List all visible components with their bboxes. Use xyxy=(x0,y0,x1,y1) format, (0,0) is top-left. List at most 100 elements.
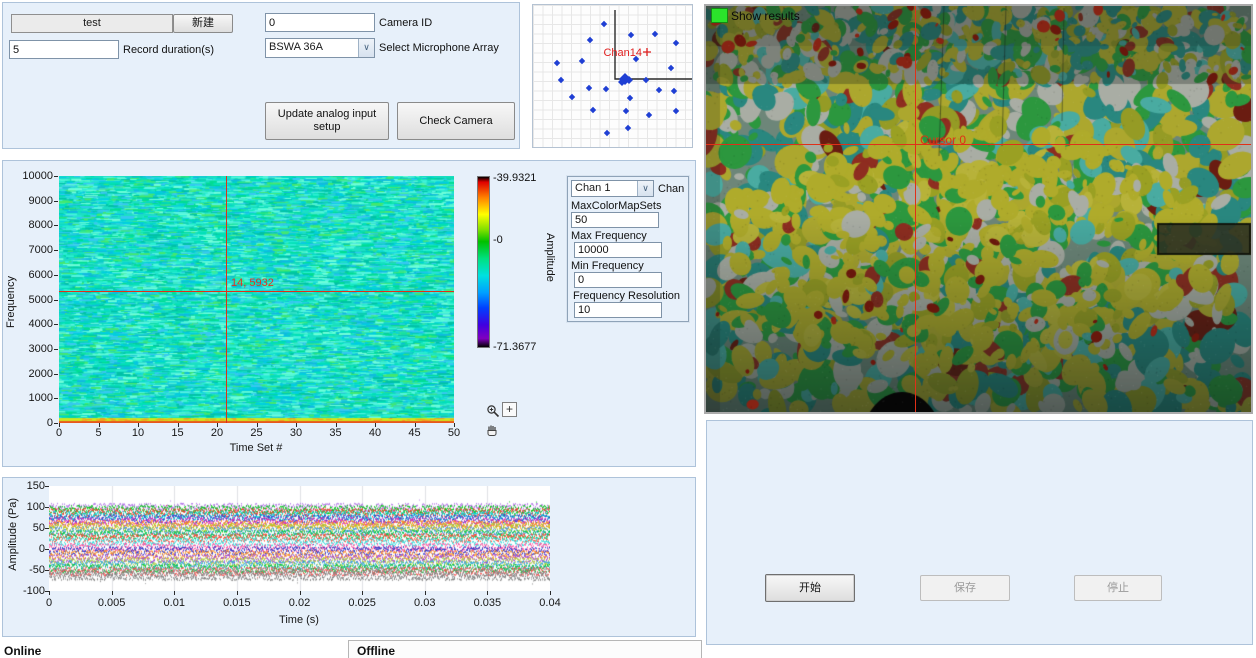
acoustic-camera-view[interactable]: Cursor 0 Show results xyxy=(704,4,1253,414)
channel-controls-box: Chan 1 ∨ Chan MaxColorMapSets Max Freque… xyxy=(567,176,689,322)
tick-mark xyxy=(54,225,58,226)
tick-mark xyxy=(54,423,58,424)
offline-status-field: Offline xyxy=(348,640,702,658)
tick-mark xyxy=(45,549,49,550)
field-label: Min Frequency xyxy=(571,260,685,272)
tick-label: 7000 xyxy=(13,244,53,256)
tick-mark xyxy=(45,507,49,508)
tick-label: 50 xyxy=(434,427,474,439)
tick-label: 0.03 xyxy=(403,597,447,609)
field-label: Max Frequency xyxy=(571,230,685,242)
update-analog-input-button[interactable]: Update analog input setup xyxy=(265,102,389,140)
colorbar-max-label: -39.9321 xyxy=(493,172,536,184)
spectrogram-cursor-vline[interactable] xyxy=(226,176,227,423)
colorbar-min-label: -71.3677 xyxy=(493,341,536,353)
run-control-panel: 开始 保存 停止 xyxy=(706,420,1253,645)
offline-status-label: Offline xyxy=(357,644,395,658)
tick-mark xyxy=(45,570,49,571)
channel-select[interactable]: Chan 1 ∨ xyxy=(571,180,654,197)
max-frequency-input[interactable] xyxy=(574,242,662,258)
waveform-plot xyxy=(49,486,550,591)
tick-label: 40 xyxy=(355,427,395,439)
tick-mark xyxy=(550,591,551,595)
spectrogram-cursor-label: 14, 5932 xyxy=(231,277,274,289)
mic-array-select[interactable]: BSWA 36A ∨ xyxy=(265,38,375,58)
tick-mark xyxy=(375,423,376,427)
tick-mark xyxy=(362,591,363,595)
svg-text:Chan14: Chan14 xyxy=(603,47,642,59)
tick-label: 0.02 xyxy=(278,597,322,609)
camera-id-input[interactable] xyxy=(265,13,375,32)
tick-label: 20 xyxy=(197,427,237,439)
tick-mark xyxy=(454,423,455,427)
tick-mark xyxy=(45,486,49,487)
spectrogram-cursor-hline[interactable] xyxy=(59,291,454,292)
field-label: MaxColorMapSets xyxy=(571,200,685,212)
stop-button[interactable]: 停止 xyxy=(1074,575,1162,601)
zoom-tool-icon[interactable] xyxy=(486,404,501,419)
tick-mark xyxy=(425,591,426,595)
record-duration-label: Record duration(s) xyxy=(123,44,214,56)
tick-label: 0.005 xyxy=(90,597,134,609)
spectrogram-plot[interactable]: 14, 5932 xyxy=(59,176,454,423)
tick-mark xyxy=(487,591,488,595)
mic-array-plot[interactable]: Chan14 xyxy=(532,4,693,148)
tick-label: -100 xyxy=(17,585,45,597)
show-results-led[interactable] xyxy=(711,8,728,23)
spectrogram-panel: Frequency 14, 5932 Time Set # -39.9321 -… xyxy=(2,160,696,467)
save-button[interactable]: 保存 xyxy=(920,575,1010,601)
tick-label: 0.025 xyxy=(340,597,384,609)
tick-mark xyxy=(415,423,416,427)
tick-label: 50 xyxy=(17,522,45,534)
min-frequency-input[interactable] xyxy=(574,272,662,288)
tick-mark xyxy=(237,591,238,595)
session-name-field[interactable]: test xyxy=(11,14,173,33)
tick-label: 1000 xyxy=(13,392,53,404)
tick-label: 4000 xyxy=(13,318,53,330)
tick-mark xyxy=(54,324,58,325)
tick-mark xyxy=(59,423,60,427)
tick-label: 0 xyxy=(17,543,45,555)
tick-label: 2000 xyxy=(13,368,53,380)
tick-label: 45 xyxy=(395,427,435,439)
tick-label: 0.035 xyxy=(465,597,509,609)
tick-mark xyxy=(112,591,113,595)
camera-cursor-vline[interactable] xyxy=(915,6,916,412)
tick-mark xyxy=(54,176,58,177)
check-camera-button[interactable]: Check Camera xyxy=(397,102,515,140)
tick-label: 35 xyxy=(316,427,356,439)
tick-label: 100 xyxy=(17,501,45,513)
tick-mark xyxy=(54,275,58,276)
colorbar-mid-label: -0 xyxy=(493,234,503,246)
channel-select-value: Chan 1 xyxy=(572,181,637,196)
max-colormap-sets-input[interactable] xyxy=(571,212,659,228)
show-results-label: Show results xyxy=(731,9,800,23)
camera-id-label: Camera ID xyxy=(379,17,432,29)
tick-label: 25 xyxy=(237,427,277,439)
new-session-button[interactable]: 新建 xyxy=(173,14,233,33)
tick-label: -50 xyxy=(17,564,45,576)
tick-mark xyxy=(296,423,297,427)
tick-mark xyxy=(54,398,58,399)
tick-label: 6000 xyxy=(13,269,53,281)
tick-mark xyxy=(178,423,179,427)
tick-label: 9000 xyxy=(13,195,53,207)
spectrogram-x-axis-label: Time Set # xyxy=(206,442,306,454)
waveform-x-axis-label: Time (s) xyxy=(249,614,349,626)
tick-mark xyxy=(257,423,258,427)
record-duration-input[interactable] xyxy=(9,40,119,59)
tick-label: 0.04 xyxy=(528,597,572,609)
tick-mark xyxy=(300,591,301,595)
tick-mark xyxy=(54,201,58,202)
tick-label: 10 xyxy=(118,427,158,439)
pan-tool-icon[interactable] xyxy=(485,423,499,437)
tick-mark xyxy=(45,528,49,529)
tick-mark xyxy=(49,591,50,595)
tick-mark xyxy=(217,423,218,427)
start-button[interactable]: 开始 xyxy=(765,574,855,602)
cursor-tool-icon[interactable]: + xyxy=(502,402,517,417)
field-label: Frequency Resolution xyxy=(573,290,685,302)
mic-array-label: Select Microphone Array xyxy=(379,42,499,54)
frequency-resolution-input[interactable] xyxy=(574,302,662,318)
camera-cursor-hline[interactable] xyxy=(706,144,1251,145)
